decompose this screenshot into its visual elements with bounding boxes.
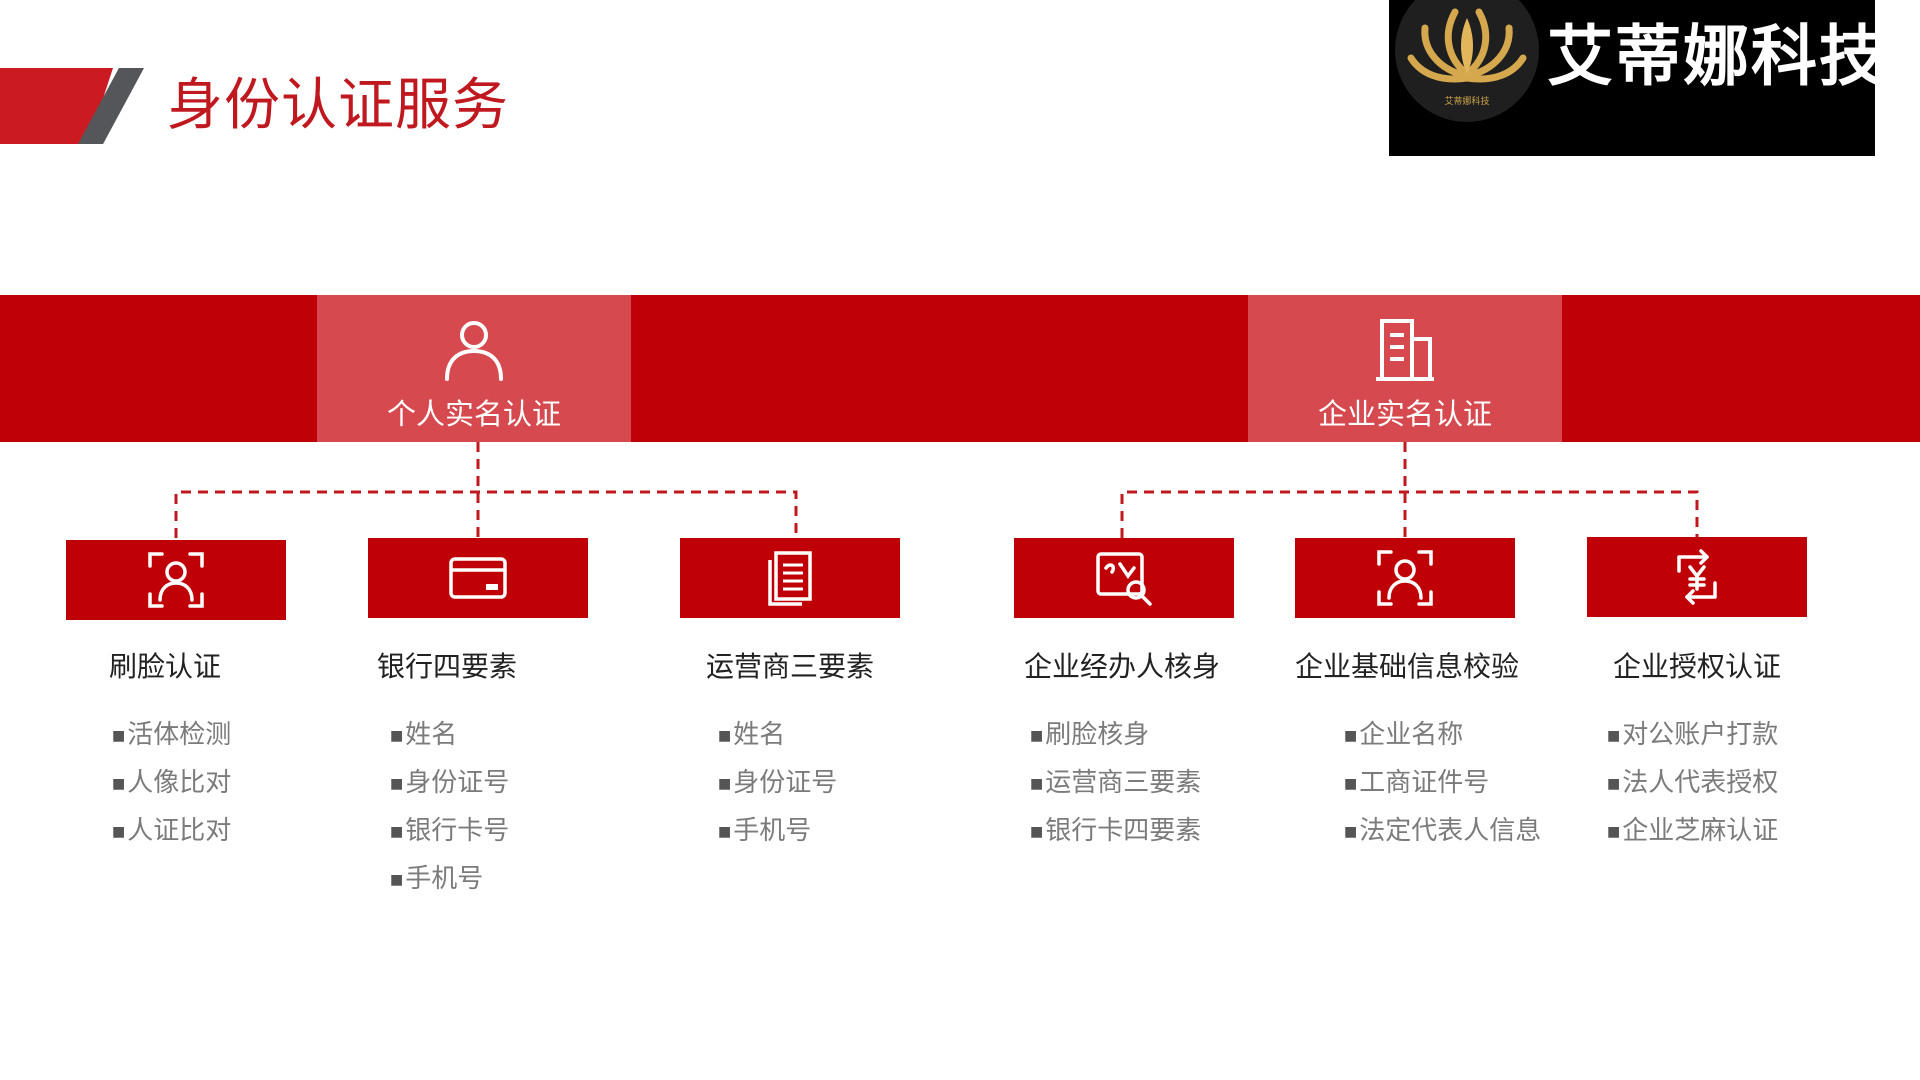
logo-small-text: 艾蒂娜科技 (1444, 97, 1490, 107)
service-items-agent: 刷脸核身 运营商三要素 银行卡四要素 (1030, 711, 1201, 855)
list-item: 身份证号 (390, 759, 509, 807)
list-item: 手机号 (718, 807, 837, 855)
category-band (0, 295, 1920, 442)
service-title: 企业基础信息校验 (1294, 650, 1519, 683)
list-item: 姓名 (718, 711, 837, 759)
list-item: 银行卡号 (390, 807, 509, 855)
list-item: 人证比对 (112, 807, 231, 855)
list-item: 企业芝麻认证 (1607, 807, 1778, 855)
service-items-authorization: 对公账户打款 法人代表授权 企业芝麻认证 (1607, 711, 1778, 855)
service-title: 企业授权认证 (1612, 650, 1781, 683)
list-item: 活体检测 (112, 711, 231, 759)
person-icon (445, 321, 503, 381)
service-items-operator: 姓名 身份证号 手机号 (718, 711, 837, 855)
service-items-face: 活体检测 人像比对 人证比对 (112, 711, 231, 855)
service-title: 运营商三要素 (705, 650, 874, 683)
category-label: 个人实名认证 (386, 397, 561, 431)
list-item: 银行卡四要素 (1030, 807, 1201, 855)
list-item: 运营商三要素 (1030, 759, 1201, 807)
service-card-face[interactable] (66, 540, 286, 620)
company-logo: 艾蒂娜科技 艾蒂娜科技 (1389, 0, 1875, 156)
page-title: 身份认证服务 (167, 73, 509, 138)
service-title: 银行四要素 (376, 650, 517, 683)
slide: 身份认证服务 艾蒂娜科技 艾蒂娜科技 个人实名认证 企业实名认证 刷脸认证 银行… (0, 0, 1920, 1080)
list-item: 法定代表人信息 (1344, 807, 1541, 855)
list-item: 手机号 (390, 855, 509, 903)
list-item: 工商证件号 (1344, 759, 1541, 807)
service-card-bank[interactable] (368, 538, 588, 618)
document-icon (768, 551, 812, 606)
list-item: 身份证号 (718, 759, 837, 807)
yuan-transfer-icon (1677, 549, 1717, 605)
list-item: 法人代表授权 (1607, 759, 1778, 807)
list-item: 刷脸核身 (1030, 711, 1201, 759)
list-item: 企业名称 (1344, 711, 1541, 759)
id-card-search-icon (1096, 552, 1152, 606)
category-personal[interactable]: 个人实名认证 (317, 295, 631, 442)
list-item: 人像比对 (112, 759, 231, 807)
service-card-operator[interactable] (680, 538, 900, 618)
logo-brand-name: 艾蒂娜科技 (1547, 18, 1875, 95)
service-card-enterprise-info[interactable] (1295, 538, 1515, 618)
service-card-authorization[interactable] (1587, 537, 1807, 617)
list-item: 姓名 (390, 711, 509, 759)
lotus-emblem-icon: 艾蒂娜科技 (1395, 0, 1539, 122)
category-enterprise[interactable]: 企业实名认证 (1248, 295, 1562, 442)
service-title: 企业经办人核身 (1023, 650, 1220, 683)
face-scan-icon (1377, 550, 1433, 606)
list-item: 对公账户打款 (1607, 711, 1778, 759)
service-items-bank: 姓名 身份证号 银行卡号 手机号 (390, 711, 509, 903)
face-scan-icon (148, 552, 204, 608)
bank-card-icon (449, 557, 507, 599)
service-card-agent[interactable] (1014, 538, 1234, 618)
category-label: 企业实名认证 (1317, 397, 1492, 431)
service-items-enterprise-info: 企业名称 工商证件号 法定代表人信息 (1344, 711, 1541, 855)
building-icon (1376, 319, 1434, 381)
service-title: 刷脸认证 (108, 650, 221, 683)
